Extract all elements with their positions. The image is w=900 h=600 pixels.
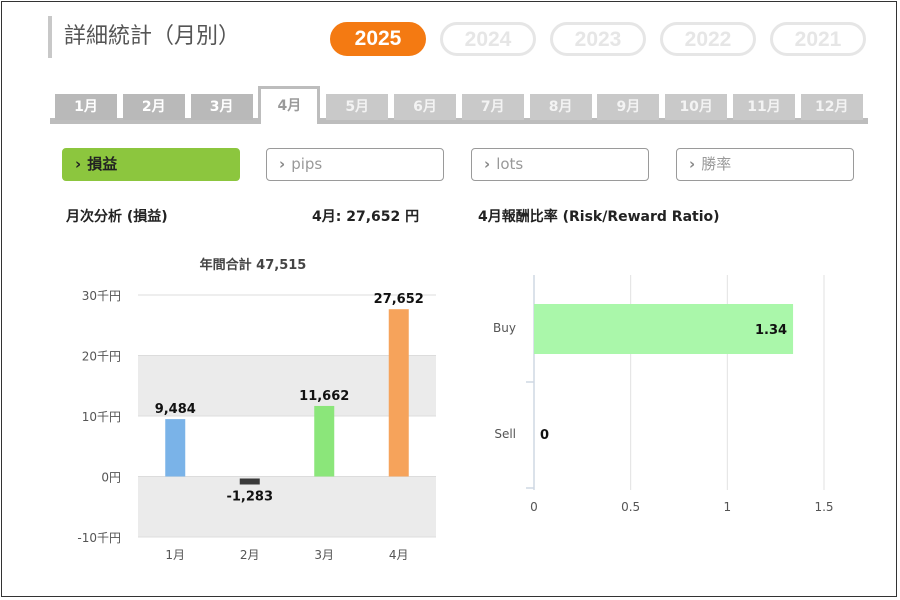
x-tick-label: 1.5	[814, 500, 833, 514]
data-label: -1,283	[226, 490, 273, 505]
data-label: 27,652	[374, 292, 424, 307]
x-tick-label: 0	[530, 500, 538, 514]
x-tick-label: 3月	[314, 548, 334, 562]
x-tick-label: 1	[724, 500, 732, 514]
bar-2	[239, 478, 260, 485]
risk-reward-chart: 0 0.5 1 1.5 Buy 1.34 Sell 0	[493, 275, 834, 514]
bar-3	[314, 405, 335, 477]
bar-1	[165, 419, 186, 477]
y-tick-label: 10千円	[82, 410, 121, 424]
x-tick-label: 0.5	[621, 500, 640, 514]
x-tick-label: 2月	[240, 548, 260, 562]
x-tick-label: 4月	[389, 548, 409, 562]
data-label: 0	[540, 428, 549, 443]
y-tick-label: Buy	[493, 321, 516, 335]
data-label: 1.34	[755, 323, 787, 338]
data-label: 9,484	[155, 402, 196, 417]
y-tick-label: 20千円	[82, 350, 121, 364]
y-tick-label: 0円	[101, 471, 121, 485]
y-tick-label: -10千円	[77, 531, 121, 545]
monthly-profit-chart: -10千円 0円 10千円 20千円 30千円 年間合計 47,515 9,484 1月 -1,…	[77, 257, 436, 562]
chart-title: 年間合計 47,515	[200, 257, 307, 273]
data-label: 11,662	[299, 389, 349, 404]
x-tick-label: 1月	[165, 548, 185, 562]
grid-band	[138, 476, 436, 537]
y-tick-label: 30千円	[82, 289, 121, 303]
y-tick-label: Sell	[494, 427, 516, 441]
bar-4	[388, 309, 409, 477]
